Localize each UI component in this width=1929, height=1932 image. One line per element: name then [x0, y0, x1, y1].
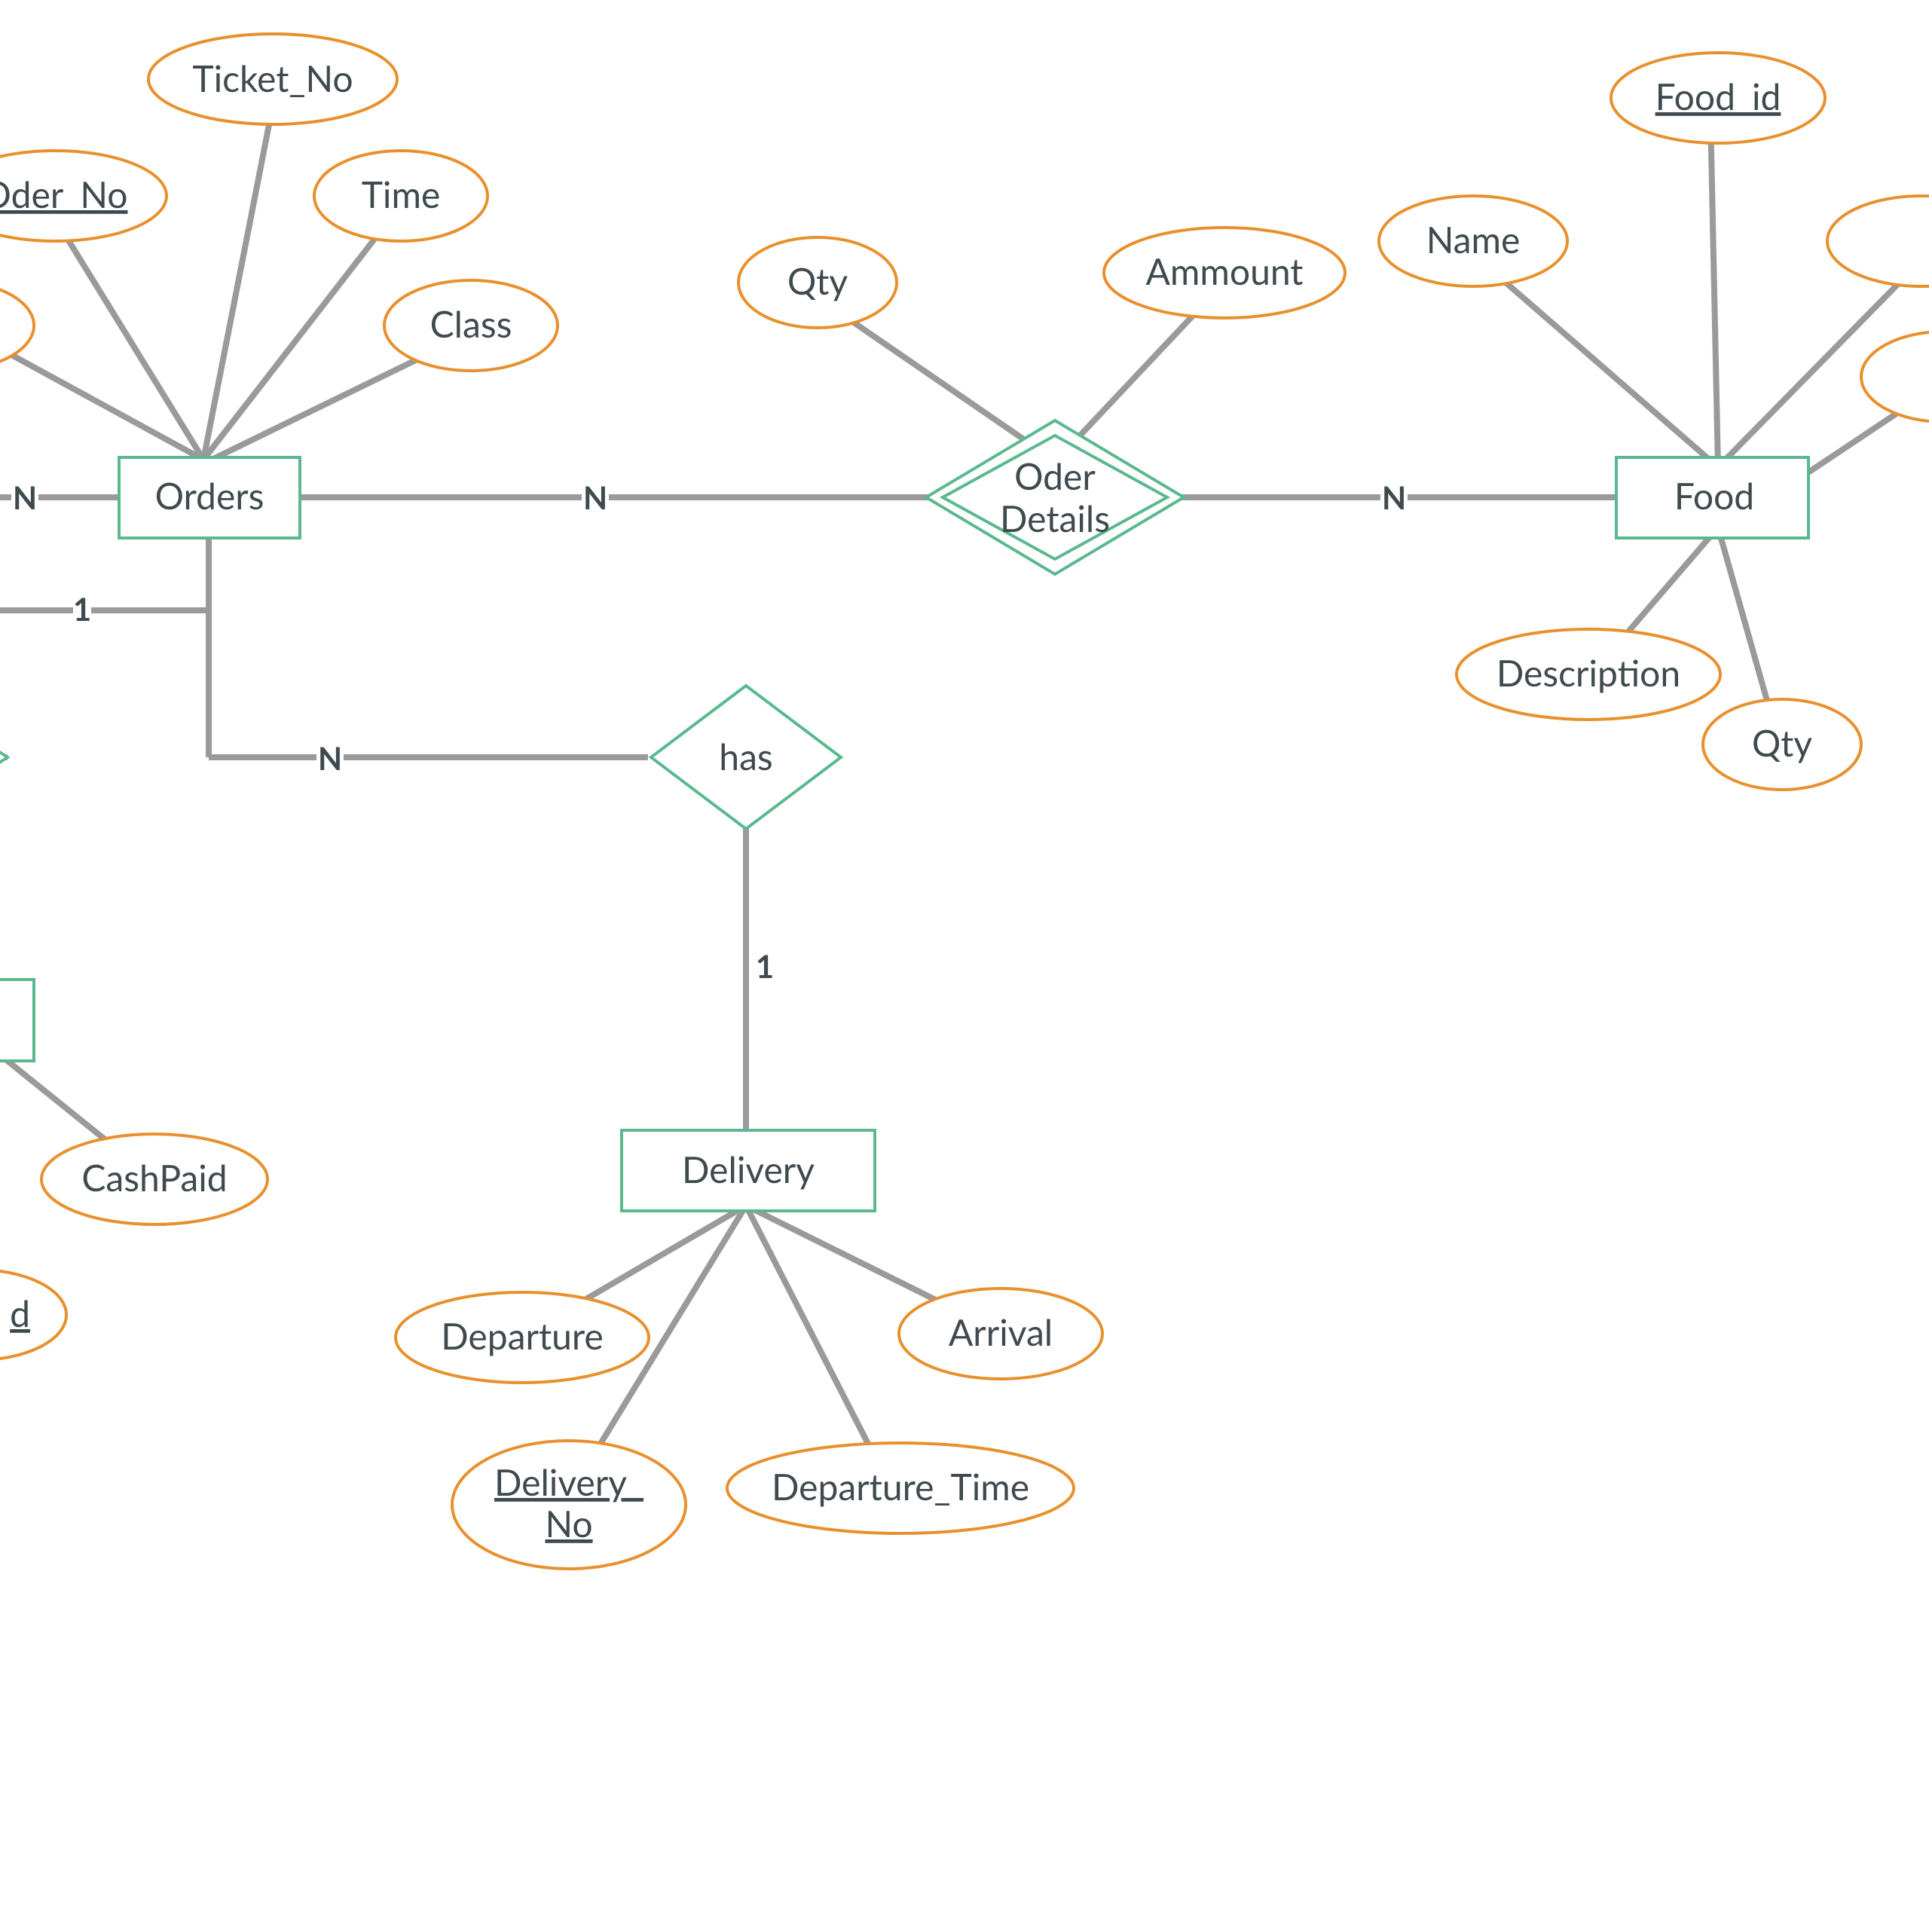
- svg-text:N: N: [13, 478, 37, 516]
- entity-delivery-label: Delivery: [682, 1148, 815, 1191]
- attr-qty-food-label: Qty: [1752, 722, 1813, 765]
- attr-departuretime-label: Departure_Time: [772, 1466, 1029, 1509]
- svg-text:N: N: [1382, 478, 1406, 516]
- attr-deliveryno-l2: No: [545, 1502, 592, 1545]
- rel-orderdetails-l1: Oder: [1014, 455, 1096, 498]
- attr-food-right2[interactable]: [1861, 332, 1929, 422]
- attr-ammount-label: Ammount: [1146, 250, 1304, 293]
- attr-qty-rel-label: Qty: [787, 260, 848, 303]
- attr-deliveryno-l1: Delivery_: [494, 1461, 644, 1504]
- svg-text:1: 1: [756, 947, 774, 985]
- rel-has-label: has: [719, 735, 772, 778]
- attr-class-label: Class: [430, 303, 512, 346]
- rel-orderdetails-l2: Details: [1000, 497, 1110, 540]
- attr-oderno-label: Oder_No: [0, 173, 127, 216]
- conn-del-deptime: [746, 1206, 883, 1473]
- svg-text:1: 1: [73, 590, 91, 628]
- attr-food-right1[interactable]: [1827, 196, 1929, 286]
- conn-orders-ticketno: [203, 105, 273, 460]
- rel-partial-left: [0, 693, 8, 821]
- conn-food-qty: [1718, 527, 1775, 727]
- attr-d-label: d: [10, 1292, 30, 1335]
- conn-food-foodid: [1710, 115, 1718, 467]
- svg-text:N: N: [318, 739, 342, 777]
- svg-text:N: N: [583, 478, 607, 516]
- entity-food-label: Food: [1674, 475, 1754, 518]
- conn-orders-e: [0, 324, 203, 460]
- attr-departure-label: Departure: [441, 1315, 604, 1358]
- conn-orders-time: [203, 215, 393, 460]
- attr-foodid-label: Food_id: [1655, 75, 1781, 118]
- attr-cashpaid-label: CashPaid: [81, 1157, 227, 1200]
- attr-arrival-label: Arrival: [949, 1311, 1053, 1354]
- connectors: [0, 105, 1929, 1481]
- entity-partial-bill: [0, 980, 34, 1061]
- entity-orders-label: Orders: [155, 475, 264, 518]
- conn-food-name: [1475, 256, 1718, 467]
- attr-name-label: Name: [1426, 219, 1521, 261]
- attr-description-label: Description: [1496, 652, 1680, 695]
- attr-time-label: Time: [362, 173, 441, 216]
- attr-ticketno-label: Ticket_No: [192, 57, 353, 100]
- er-diagram: Orders Food Delivery Oder Details has Ti…: [0, 0, 1929, 1929]
- conn-orders-oderno: [55, 219, 203, 460]
